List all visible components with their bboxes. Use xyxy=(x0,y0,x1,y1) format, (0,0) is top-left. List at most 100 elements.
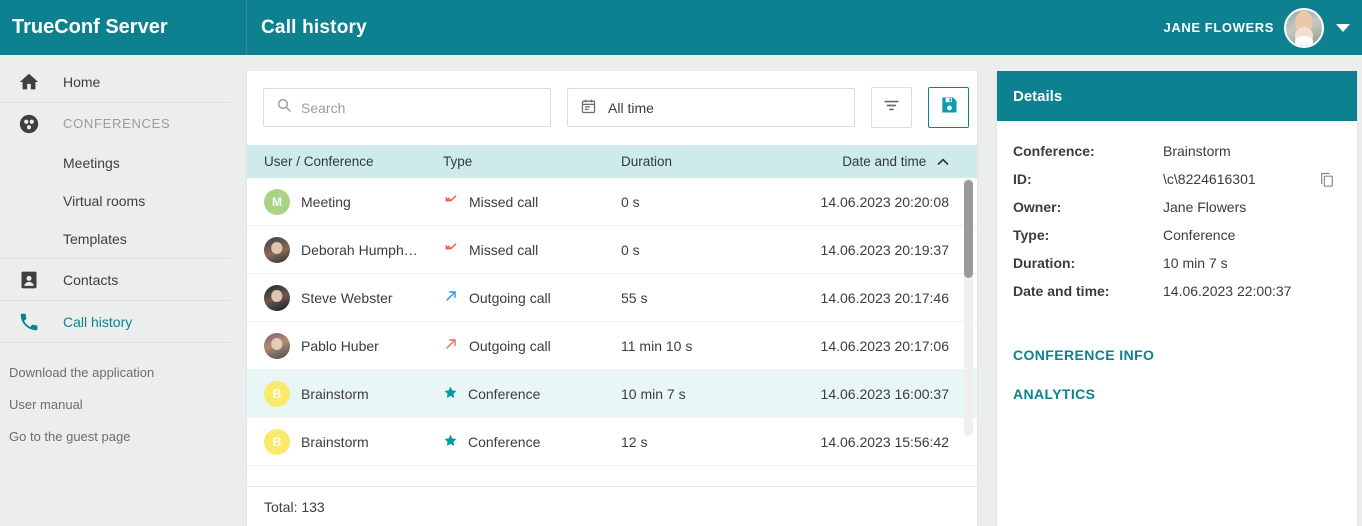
column-header-type[interactable]: Type xyxy=(443,154,621,169)
search-input[interactable] xyxy=(301,99,538,116)
save-button[interactable] xyxy=(928,87,969,128)
sidebar-item-meetings[interactable]: Meetings xyxy=(0,144,231,182)
row-avatar: B xyxy=(264,428,290,455)
row-datetime: 14.06.2023 15:56:42 xyxy=(820,433,949,450)
column-header-datetime-label: Date and time xyxy=(842,154,927,169)
row-user-name: Deborah Humph… xyxy=(301,241,418,258)
top-bar: TrueConf Server Call history JANE FLOWER… xyxy=(0,0,1362,55)
row-user-cell: Pablo Huber xyxy=(247,332,443,359)
details-field-value: 14.06.2023 22:00:37 xyxy=(1163,283,1292,299)
link-guest-page[interactable]: Go to the guest page xyxy=(9,421,231,453)
row-user-name: Steve Webster xyxy=(301,289,393,306)
table-row[interactable]: B Brainstorm Conference 10 min 7 s 14.06… xyxy=(247,370,977,418)
date-filter-label: All time xyxy=(608,99,654,116)
row-type-cell: Conference xyxy=(443,433,621,451)
row-avatar xyxy=(264,236,290,263)
filter-button[interactable] xyxy=(871,87,912,128)
row-datetime: 14.06.2023 20:19:37 xyxy=(820,241,949,258)
row-type-label: Outgoing call xyxy=(469,337,551,354)
sidebar-group-contacts: Contacts xyxy=(0,259,231,301)
column-header-datetime[interactable]: Date and time xyxy=(811,154,977,169)
row-type-cell: Outgoing call xyxy=(443,336,621,355)
sidebar-item-contacts[interactable]: Contacts xyxy=(0,259,231,300)
sidebar-item-templates[interactable]: Templates xyxy=(0,220,231,258)
call-made-icon xyxy=(443,288,459,307)
sidebar-item-virtual-rooms[interactable]: Virtual rooms xyxy=(0,182,231,220)
details-field: ID: \c\8224616301 xyxy=(1013,165,1341,193)
details-field-label: ID: xyxy=(1013,171,1032,187)
user-menu[interactable]: JANE FLOWERS xyxy=(1164,0,1362,55)
details-panel: Details Conference: Brainstorm ID: \c\82… xyxy=(997,71,1357,526)
column-header-duration[interactable]: Duration xyxy=(621,154,811,169)
contacts-icon xyxy=(9,270,49,290)
row-user-cell: M Meeting xyxy=(247,188,443,215)
home-icon xyxy=(9,71,49,93)
copy-icon[interactable] xyxy=(1319,171,1341,188)
sidebar-item-call-history[interactable]: Call history xyxy=(0,301,231,342)
link-conference-info[interactable]: CONFERENCE INFO xyxy=(1013,337,1341,376)
details-field-label: Type: xyxy=(1013,227,1050,243)
filter-icon xyxy=(882,96,901,120)
date-filter[interactable]: All time xyxy=(567,88,855,127)
row-user-cell: B Brainstorm xyxy=(247,428,443,455)
details-field-label: Owner: xyxy=(1013,199,1062,215)
row-datetime: 14.06.2023 20:17:46 xyxy=(820,289,949,306)
row-avatar: M xyxy=(264,188,290,215)
row-avatar xyxy=(264,332,290,359)
details-field-value: Jane Flowers xyxy=(1163,199,1247,215)
row-type-label: Missed call xyxy=(469,193,539,210)
row-type-cell: Missed call xyxy=(443,240,621,259)
row-type-cell: Outgoing call xyxy=(443,288,621,307)
table-row[interactable]: Pablo Huber Outgoing call 11 min 10 s 14… xyxy=(247,322,977,370)
row-user-name: Pablo Huber xyxy=(301,337,379,354)
search-box[interactable] xyxy=(263,88,551,127)
conferences-icon xyxy=(9,113,49,135)
chevron-down-icon[interactable] xyxy=(1336,23,1350,32)
sidebar-footer: Download the application User manual Go … xyxy=(0,343,231,453)
star-icon xyxy=(443,433,458,451)
phone-icon xyxy=(9,311,49,333)
details-field-value: 10 min 7 s xyxy=(1163,255,1228,271)
link-download-application[interactable]: Download the application xyxy=(9,357,231,389)
details-field: Owner: Jane Flowers xyxy=(1013,193,1341,221)
sidebar-group-call-history: Call history xyxy=(0,301,231,343)
sort-ascending-icon xyxy=(937,154,949,169)
table-row[interactable]: Steve Webster Outgoing call 55 s 14.06.2… xyxy=(247,274,977,322)
details-field: Type: Conference xyxy=(1013,221,1341,249)
sidebar-item-home-label: Home xyxy=(63,73,101,90)
row-datetime: 14.06.2023 20:20:08 xyxy=(820,193,949,210)
details-field-label: Duration: xyxy=(1013,255,1076,271)
main-area: All time xyxy=(231,55,1362,526)
details-field-value: Conference xyxy=(1163,227,1236,243)
sidebar-item-conferences[interactable]: CONFERENCES xyxy=(0,103,231,144)
sidebar: Home CONFERENCES Meetings Virtual rooms … xyxy=(0,55,231,526)
row-type-label: Missed call xyxy=(469,241,539,258)
row-type-cell: Missed call xyxy=(443,192,621,211)
sidebar-item-home[interactable]: Home xyxy=(0,61,231,102)
row-user-cell: Deborah Humph… xyxy=(247,236,443,263)
details-field-value: Brainstorm xyxy=(1163,143,1231,159)
brand-logo[interactable]: TrueConf Server xyxy=(0,0,247,55)
row-duration: 0 s xyxy=(621,241,640,258)
sidebar-item-conferences-label: CONFERENCES xyxy=(63,116,171,131)
details-title: Details xyxy=(997,71,1357,121)
save-icon xyxy=(939,95,959,120)
link-user-manual[interactable]: User manual xyxy=(9,389,231,421)
table-row[interactable]: Deborah Humph… Missed call 0 s 14.06.202… xyxy=(247,226,977,274)
star-icon xyxy=(443,385,458,403)
row-duration: 10 min 7 s xyxy=(621,385,686,402)
table-row[interactable]: B Brainstorm Conference 12 s 14.06.2023 … xyxy=(247,418,977,466)
row-type-label: Conference xyxy=(468,433,541,450)
row-type-label: Conference xyxy=(468,385,541,402)
details-field: Date and time: 14.06.2023 22:00:37 xyxy=(1013,277,1341,305)
row-duration: 12 s xyxy=(621,433,648,450)
row-avatar xyxy=(264,284,290,311)
details-fields: Conference: Brainstorm ID: \c\8224616301… xyxy=(997,121,1357,305)
column-header-user[interactable]: User / Conference xyxy=(247,154,443,169)
app-window: TrueConf Server Call history JANE FLOWER… xyxy=(0,0,1362,526)
row-datetime: 14.06.2023 16:00:37 xyxy=(820,385,949,402)
sidebar-item-call-history-label: Call history xyxy=(63,313,133,330)
table-row[interactable]: M Meeting Missed call 0 s 14.06.2023 20:… xyxy=(247,178,977,226)
scrollbar-thumb[interactable] xyxy=(964,180,973,278)
link-analytics[interactable]: ANALYTICS xyxy=(1013,376,1341,415)
